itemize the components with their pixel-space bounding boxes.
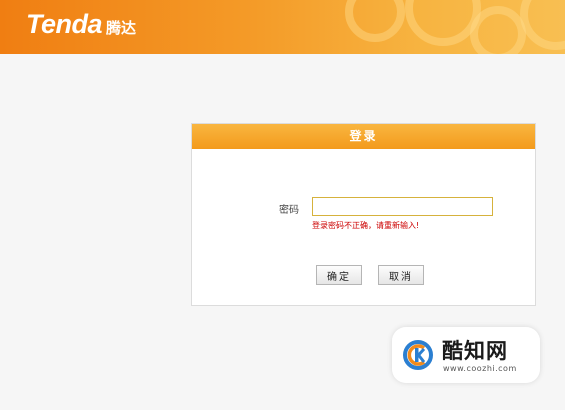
coozhi-watermark: 酷知网 www.coozhi.com	[392, 327, 540, 383]
decoration-circle	[345, 0, 405, 42]
watermark-url: www.coozhi.com	[443, 364, 517, 373]
password-input[interactable]	[312, 197, 493, 216]
logo-chinese-text: 腾达	[106, 19, 137, 37]
login-title: 登录	[192, 124, 535, 149]
tenda-logo: Tenda 腾达	[26, 9, 136, 40]
cancel-button[interactable]: 取消	[378, 265, 424, 285]
error-message: 登录密码不正确，请重新输入!	[312, 221, 420, 230]
login-panel: 登录 密码 登录密码不正确，请重新输入! 确定 取消	[191, 123, 536, 306]
watermark-title: 酷知网	[442, 339, 508, 363]
decoration-circle	[470, 6, 526, 54]
password-label: 密码	[279, 205, 299, 216]
coozhi-logo-icon	[403, 340, 433, 370]
decoration-circle	[520, 0, 565, 50]
logo-text: Tenda	[26, 9, 103, 39]
ok-button[interactable]: 确定	[316, 265, 362, 285]
header-bar: Tenda 腾达	[0, 0, 565, 54]
